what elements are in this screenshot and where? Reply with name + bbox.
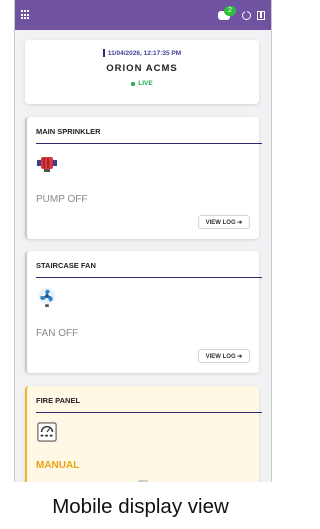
- view-log-button[interactable]: VIEW LOG ➔: [198, 215, 250, 229]
- timestamp: 11/04/2026, 12:17:35 PM: [25, 49, 259, 57]
- live-dot-icon: [131, 81, 136, 86]
- power-icon[interactable]: [242, 9, 251, 20]
- device-status: MANUAL: [36, 460, 80, 471]
- device-title: FIRE PANEL: [36, 396, 81, 405]
- divider: [36, 143, 262, 144]
- live-indicator: LIVE: [25, 80, 259, 87]
- chat-icon[interactable]: 2: [218, 6, 236, 21]
- device-title: STAIRCASE FAN: [36, 261, 96, 270]
- fan-icon: [38, 287, 56, 307]
- app-grid-icon[interactable]: [21, 10, 31, 20]
- view-log-button[interactable]: VIEW LOG ➔: [198, 349, 250, 363]
- device-status: FAN OFF: [36, 328, 79, 339]
- device-status: PUMP OFF: [36, 194, 88, 205]
- notification-badge: 2: [224, 6, 236, 16]
- site-name: ORION ACMS: [106, 63, 178, 74]
- caption: Mobile display view: [0, 484, 281, 529]
- scroll-handle[interactable]: [138, 480, 148, 482]
- phone-screen: 2 11/04/2026, 12:17:35 PM ORION ACMS LIV…: [14, 0, 272, 482]
- device-title: MAIN SPRINKLER: [36, 127, 101, 136]
- layout-icon[interactable]: [257, 10, 265, 20]
- divider: [36, 277, 262, 278]
- fire-panel-icon: [37, 422, 57, 442]
- divider: [36, 412, 262, 413]
- pump-icon: [37, 157, 57, 172]
- device-card-fire-panel[interactable]: FIRE PANEL MANUAL: [25, 386, 262, 482]
- device-card-staircase-fan[interactable]: STAIRCASE FAN FAN OFF VIEW LOG ➔: [25, 251, 262, 373]
- header-card: 11/04/2026, 12:17:35 PM ORION ACMS LIVE: [25, 40, 259, 104]
- status-bar: 2: [15, 0, 271, 30]
- device-card-main-sprinkler[interactable]: MAIN SPRINKLER PUMP OFF VIEW LOG ➔: [25, 117, 262, 239]
